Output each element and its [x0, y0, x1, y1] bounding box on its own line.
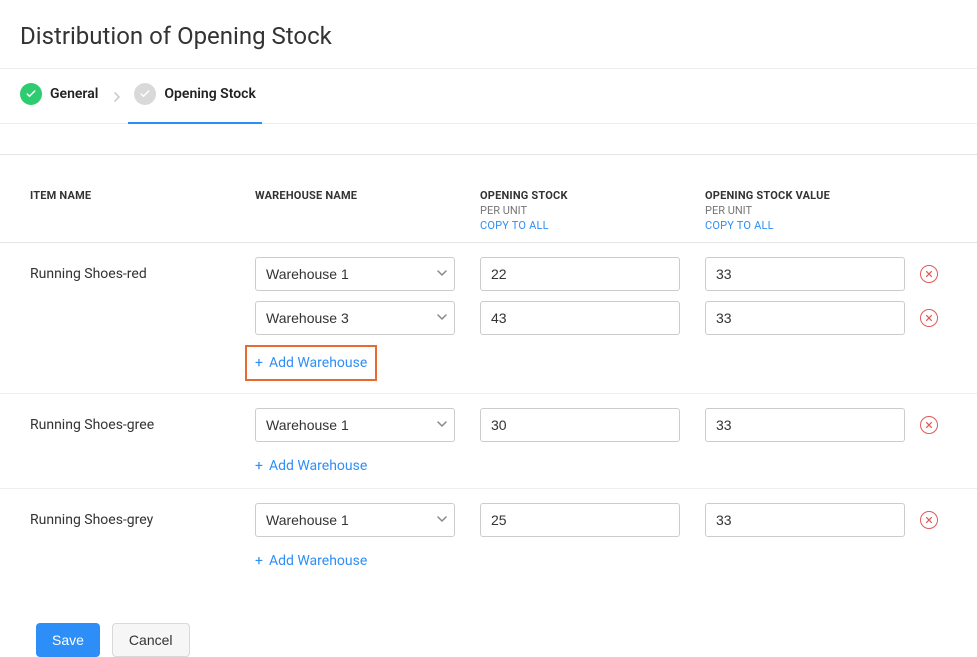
warehouse-select[interactable]: Warehouse 1Warehouse 2Warehouse 3: [255, 503, 455, 537]
plus-icon: +: [255, 356, 263, 370]
table-row: Running Shoes-gree Warehouse 1Warehouse 2…: [30, 408, 947, 442]
step-opening-stock[interactable]: Opening Stock: [134, 83, 255, 123]
remove-row-icon[interactable]: [920, 416, 938, 434]
opening-stock-value-input[interactable]: [705, 301, 905, 335]
copy-to-all-value-link[interactable]: COPY TO ALL: [705, 219, 920, 232]
add-warehouse-row: + Add Warehouse: [30, 452, 947, 474]
add-warehouse-link[interactable]: + Add Warehouse: [247, 347, 375, 379]
item-name: Running Shoes-grey: [30, 512, 153, 528]
step-label: Opening Stock: [164, 86, 255, 102]
items-list: Running Shoes-red Warehouse 1Warehouse 2W…: [0, 243, 977, 583]
remove-row-icon[interactable]: [920, 309, 938, 327]
opening-stock-input[interactable]: [480, 301, 680, 335]
step-general[interactable]: General: [20, 83, 98, 123]
warehouse-select[interactable]: Warehouse 1Warehouse 2Warehouse 3: [255, 301, 455, 335]
save-button[interactable]: Save: [36, 623, 100, 657]
add-warehouse-label: Add Warehouse: [269, 458, 367, 474]
table-row: Warehouse 1Warehouse 2Warehouse 3: [30, 301, 947, 335]
add-warehouse-link[interactable]: + Add Warehouse: [255, 547, 367, 569]
opening-stock-table: ITEM NAME WAREHOUSE NAME OPENING STOCK P…: [0, 154, 977, 583]
th-warehouse-name: WAREHOUSE NAME: [255, 189, 480, 202]
warehouse-select[interactable]: Warehouse 1Warehouse 2Warehouse 3: [255, 257, 455, 291]
opening-stock-input[interactable]: [480, 503, 680, 537]
copy-to-all-stock-link[interactable]: COPY TO ALL: [480, 219, 705, 232]
stepper: General Opening Stock: [0, 69, 977, 124]
warehouse-select[interactable]: Warehouse 1Warehouse 2Warehouse 3: [255, 408, 455, 442]
opening-stock-input[interactable]: [480, 257, 680, 291]
remove-row-icon[interactable]: [920, 511, 938, 529]
item-block: Running Shoes-red Warehouse 1Warehouse 2W…: [0, 243, 977, 394]
item-name: Running Shoes-gree: [30, 417, 154, 433]
item-block: Running Shoes-gree Warehouse 1Warehouse 2…: [0, 394, 977, 489]
add-warehouse-link[interactable]: + Add Warehouse: [255, 452, 367, 474]
th-opening-stock-value-sub: PER UNIT: [705, 204, 920, 217]
opening-stock-value-input[interactable]: [705, 257, 905, 291]
check-circle-icon: [20, 83, 42, 105]
check-circle-icon: [134, 83, 156, 105]
cancel-button[interactable]: Cancel: [112, 623, 190, 657]
footer-actions: Save Cancel: [0, 583, 977, 657]
add-warehouse-label: Add Warehouse: [269, 355, 367, 371]
add-warehouse-row: + Add Warehouse: [30, 345, 947, 379]
add-warehouse-row: + Add Warehouse: [30, 547, 947, 569]
chevron-right-icon: [112, 90, 120, 98]
plus-icon: +: [255, 459, 263, 473]
th-opening-stock-sub: PER UNIT: [480, 204, 705, 217]
table-row: Running Shoes-red Warehouse 1Warehouse 2W…: [30, 257, 947, 291]
plus-icon: +: [255, 554, 263, 568]
opening-stock-value-input[interactable]: [705, 408, 905, 442]
table-row: Running Shoes-grey Warehouse 1Warehouse 2…: [30, 503, 947, 537]
item-block: Running Shoes-grey Warehouse 1Warehouse 2…: [0, 489, 977, 583]
page-title: Distribution of Opening Stock: [0, 0, 977, 68]
step-label: General: [50, 86, 98, 102]
item-name: Running Shoes-red: [30, 266, 147, 282]
opening-stock-input[interactable]: [480, 408, 680, 442]
opening-stock-value-input[interactable]: [705, 503, 905, 537]
th-item-name: ITEM NAME: [30, 189, 255, 202]
remove-row-icon[interactable]: [920, 265, 938, 283]
table-header: ITEM NAME WAREHOUSE NAME OPENING STOCK P…: [0, 154, 977, 243]
th-opening-stock: OPENING STOCK: [480, 189, 705, 202]
add-warehouse-label: Add Warehouse: [269, 553, 367, 569]
th-opening-stock-value: OPENING STOCK VALUE: [705, 189, 920, 202]
